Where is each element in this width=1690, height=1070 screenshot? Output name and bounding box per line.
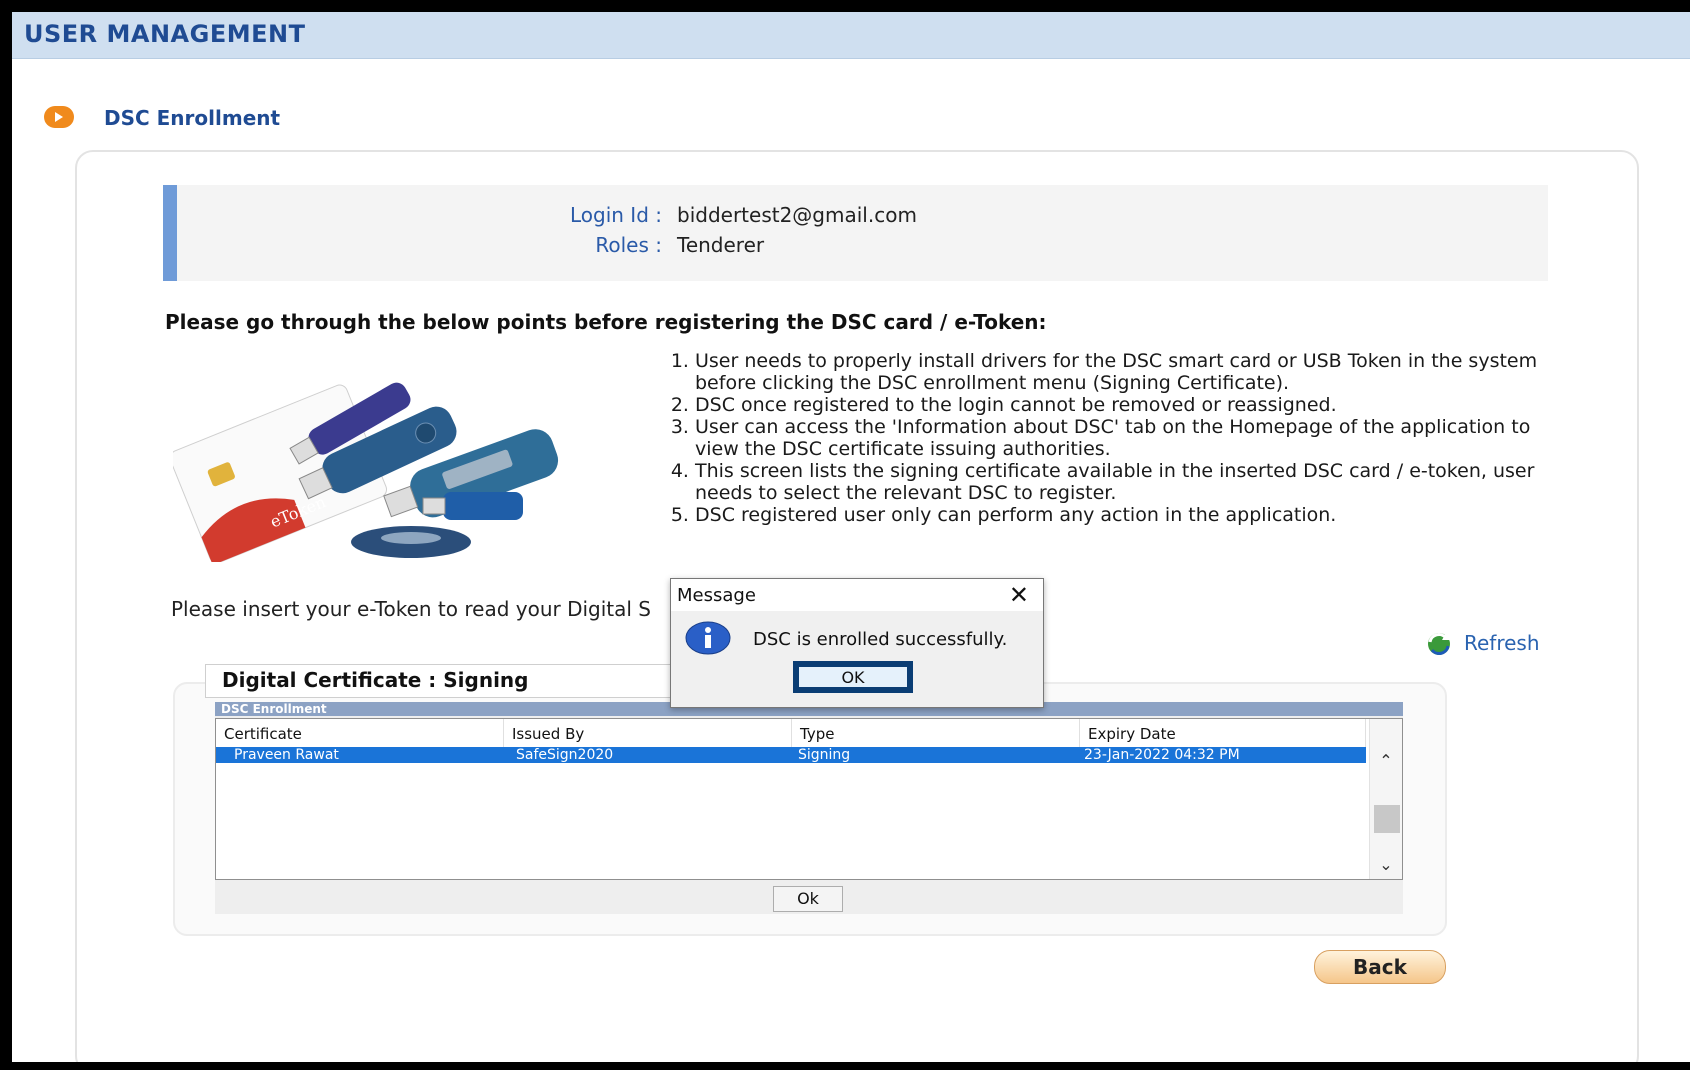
close-icon[interactable]: ✕ [1009,581,1029,609]
instructions-heading: Please go through the below points befor… [165,310,1047,334]
column-header-type[interactable]: Type [792,719,1080,747]
roles-label: Roles : [595,233,662,257]
column-header-issued-by[interactable]: Issued By [504,719,792,747]
app-window: USER MANAGEMENT DSC Enrollment Login Id … [12,12,1690,1062]
dialog-ok-button[interactable]: OK [793,661,913,693]
cell-issued-by: SafeSign2020 [516,747,614,763]
back-button[interactable]: Back [1314,950,1446,984]
applet-ok-button[interactable]: Ok [773,886,843,912]
dialog-message: DSC is enrolled successfully. [753,629,1008,650]
page-title: USER MANAGEMENT [24,20,306,48]
etoken-devices-image: eToken [173,382,559,562]
cell-certificate: Praveen Rawat [234,747,339,763]
info-icon [685,621,731,655]
cell-type: Signing [798,747,851,763]
header-bar: USER MANAGEMENT [12,12,1690,59]
insert-token-text: Please insert your e-Token to read your … [171,597,651,621]
certificate-tab-label: Digital Certificate : Signing [222,668,529,692]
roles-value: Tenderer [677,233,765,257]
column-header-certificate[interactable]: Certificate [216,719,504,747]
column-header-expiry-date[interactable]: Expiry Date [1080,719,1366,747]
scroll-up-icon[interactable]: ⌃ [1378,753,1394,769]
section-title: DSC Enrollment [104,106,281,130]
scroll-thumb[interactable] [1374,805,1400,833]
instruction-item: User needs to properly install drivers f… [695,350,1555,394]
certificate-table: Certificate Issued By Type Expiry Date P… [215,718,1403,880]
scroll-down-icon[interactable]: ⌄ [1378,857,1394,873]
instruction-item: DSC once registered to the login cannot … [695,394,1555,416]
instructions-list: User needs to properly install drivers f… [661,350,1555,526]
refresh-icon [1428,633,1450,655]
dialog-titlebar: Message ✕ [671,579,1043,611]
instruction-item: This screen lists the signing certificat… [695,460,1555,504]
cell-expiry-date: 23-Jan-2022 04:32 PM [1084,747,1240,763]
orange-arrow-icon [44,106,74,128]
certificate-tab: Digital Certificate : Signing [205,664,687,698]
login-id-value: biddertest2@gmail.com [677,203,917,227]
instruction-item: DSC registered user only can perform any… [695,504,1555,526]
dialog-title: Message [677,585,756,606]
dsc-applet: DSC Enrollment Certificate Issued By Typ… [215,702,1403,914]
table-row[interactable]: Praveen Rawat SafeSign2020 Signing 23-Ja… [216,747,1366,763]
user-info-box: Login Id : biddertest2@gmail.com Roles :… [163,185,1548,281]
instruction-item: User can access the 'Information about D… [695,416,1555,460]
message-dialog: Message ✕ DSC is enrolled successfully. … [670,578,1044,708]
table-scrollbar[interactable]: ⌃ ⌄ [1369,719,1402,879]
refresh-label: Refresh [1464,631,1540,655]
login-id-label: Login Id : [569,203,662,227]
dialog-ok-label: OK [799,667,907,687]
